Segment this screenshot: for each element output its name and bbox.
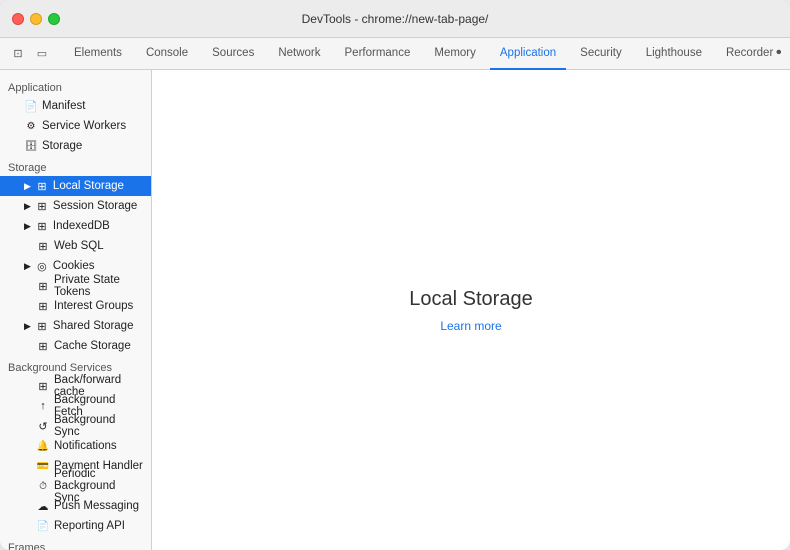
shared-storage-arrow: ▶ bbox=[24, 321, 31, 332]
service-workers-icon: ⚙ bbox=[24, 121, 38, 132]
session-storage-icon: ⊞ bbox=[35, 200, 49, 213]
sidebar-item-storage[interactable]: 🗄 Storage bbox=[0, 136, 151, 156]
sidebar-item-web-sql[interactable]: ⊞ Web SQL bbox=[0, 236, 151, 256]
sidebar-item-background-sync[interactable]: ↺ Background Sync bbox=[0, 416, 151, 436]
content-title: Local Storage bbox=[409, 288, 532, 311]
indexeddb-arrow: ▶ bbox=[24, 221, 31, 232]
device-icon[interactable]: ▭ bbox=[32, 44, 52, 64]
close-button[interactable] bbox=[12, 13, 24, 25]
background-sync-icon: ↺ bbox=[36, 420, 50, 433]
cookies-label: Cookies bbox=[53, 260, 95, 272]
main-content: Local Storage Learn more bbox=[152, 70, 790, 550]
cache-storage-label: Cache Storage bbox=[54, 340, 131, 352]
cache-storage-icon: ⊞ bbox=[36, 340, 50, 353]
sidebar-item-shared-storage[interactable]: ▶ ⊞ Shared Storage bbox=[0, 316, 151, 336]
storage-icon: 🗄 bbox=[24, 141, 38, 152]
indexeddb-label: IndexedDB bbox=[53, 220, 110, 232]
section-label-background-services: Background Services bbox=[0, 356, 151, 376]
push-messaging-label: Push Messaging bbox=[54, 500, 139, 512]
private-state-tokens-label: Private State Tokens bbox=[54, 274, 143, 298]
shared-storage-icon: ⊞ bbox=[35, 320, 49, 333]
session-storage-arrow: ▶ bbox=[24, 201, 31, 212]
tab-console[interactable]: Console bbox=[136, 38, 198, 70]
back-forward-cache-icon: ⊞ bbox=[36, 380, 50, 393]
reporting-api-icon: 📄 bbox=[36, 521, 50, 532]
sidebar-item-private-state-tokens[interactable]: ⊞ Private State Tokens bbox=[0, 276, 151, 296]
cookies-arrow: ▶ bbox=[24, 261, 31, 272]
section-label-application: Application bbox=[0, 76, 151, 96]
sidebar-item-indexeddb[interactable]: ▶ ⊞ IndexedDB bbox=[0, 216, 151, 236]
traffic-lights bbox=[12, 13, 60, 25]
sidebar-item-session-storage[interactable]: ▶ ⊞ Session Storage bbox=[0, 196, 151, 216]
notifications-icon: 🔔 bbox=[36, 441, 50, 452]
push-messaging-icon: ☁ bbox=[36, 500, 50, 513]
sidebar-item-background-fetch[interactable]: ↑ Background Fetch bbox=[0, 396, 151, 416]
local-storage-arrow: ▶ bbox=[24, 181, 31, 192]
sidebar-item-cache-storage[interactable]: ⊞ Cache Storage bbox=[0, 336, 151, 356]
periodic-background-sync-icon: ⏱ bbox=[36, 481, 50, 492]
session-storage-label: Session Storage bbox=[53, 200, 137, 212]
background-sync-label: Background Sync bbox=[54, 414, 143, 438]
local-storage-label: Local Storage bbox=[53, 180, 124, 192]
maximize-button[interactable] bbox=[48, 13, 60, 25]
service-workers-label: Service Workers bbox=[42, 120, 126, 132]
interest-groups-label: Interest Groups bbox=[54, 300, 133, 312]
private-state-tokens-icon: ⊞ bbox=[36, 280, 50, 293]
reporting-api-label: Reporting API bbox=[54, 520, 125, 532]
shared-storage-label: Shared Storage bbox=[53, 320, 134, 332]
manifest-label: Manifest bbox=[42, 100, 85, 112]
interest-groups-icon: ⊞ bbox=[36, 300, 50, 313]
tab-sources[interactable]: Sources bbox=[202, 38, 264, 70]
sidebar-item-notifications[interactable]: 🔔 Notifications bbox=[0, 436, 151, 456]
sidebar-item-service-workers[interactable]: ⚙ Service Workers bbox=[0, 116, 151, 136]
payment-handler-icon: 💳 bbox=[36, 461, 50, 472]
manifest-icon: 📄 bbox=[24, 100, 38, 113]
indexeddb-icon: ⊞ bbox=[35, 220, 49, 233]
sidebar-item-periodic-background-sync[interactable]: ⏱ Periodic Background Sync bbox=[0, 476, 151, 496]
tab-application[interactable]: Application bbox=[490, 38, 566, 70]
web-sql-icon: ⊞ bbox=[36, 240, 50, 253]
background-fetch-icon: ↑ bbox=[36, 400, 50, 412]
window-title: DevTools - chrome://new-tab-page/ bbox=[302, 12, 489, 26]
main-area: Application 📄 Manifest ⚙ Service Workers… bbox=[0, 70, 790, 550]
cookies-icon: ◎ bbox=[35, 260, 49, 273]
sidebar: Application 📄 Manifest ⚙ Service Workers… bbox=[0, 70, 152, 550]
tab-elements[interactable]: Elements bbox=[64, 38, 132, 70]
periodic-background-sync-label: Periodic Background Sync bbox=[54, 468, 143, 504]
tab-network[interactable]: Network bbox=[268, 38, 330, 70]
tab-performance[interactable]: Performance bbox=[335, 38, 421, 70]
toolbar: ⊡ ▭ Elements Console Sources Network Per… bbox=[0, 38, 790, 70]
sidebar-item-back-forward-cache[interactable]: ⊞ Back/forward cache bbox=[0, 376, 151, 396]
tab-security[interactable]: Security bbox=[570, 38, 632, 70]
section-label-storage: Storage bbox=[0, 156, 151, 176]
titlebar: DevTools - chrome://new-tab-page/ bbox=[0, 0, 790, 38]
tab-lighthouse[interactable]: Lighthouse bbox=[636, 38, 712, 70]
section-label-frames: Frames bbox=[0, 536, 151, 550]
tab-recorder[interactable]: Recorder ⏺ bbox=[716, 38, 790, 70]
minimize-button[interactable] bbox=[30, 13, 42, 25]
devtools-window: DevTools - chrome://new-tab-page/ ⊡ ▭ El… bbox=[0, 0, 790, 550]
learn-more-link[interactable]: Learn more bbox=[440, 319, 501, 333]
web-sql-label: Web SQL bbox=[54, 240, 104, 252]
tab-memory[interactable]: Memory bbox=[424, 38, 486, 70]
recorder-icon: ⏺ bbox=[776, 47, 781, 58]
toolbar-icon-group: ⊡ ▭ bbox=[8, 44, 52, 64]
sidebar-item-cookies[interactable]: ▶ ◎ Cookies bbox=[0, 256, 151, 276]
storage-label: Storage bbox=[42, 140, 82, 152]
sidebar-item-local-storage[interactable]: ▶ ⊞ Local Storage bbox=[0, 176, 151, 196]
sidebar-item-reporting-api[interactable]: 📄 Reporting API bbox=[0, 516, 151, 536]
sidebar-item-manifest[interactable]: 📄 Manifest bbox=[0, 96, 151, 116]
notifications-label: Notifications bbox=[54, 440, 117, 452]
local-storage-icon: ⊞ bbox=[35, 180, 49, 193]
sidebar-item-interest-groups[interactable]: ⊞ Interest Groups bbox=[0, 296, 151, 316]
inspect-icon[interactable]: ⊡ bbox=[8, 44, 28, 64]
